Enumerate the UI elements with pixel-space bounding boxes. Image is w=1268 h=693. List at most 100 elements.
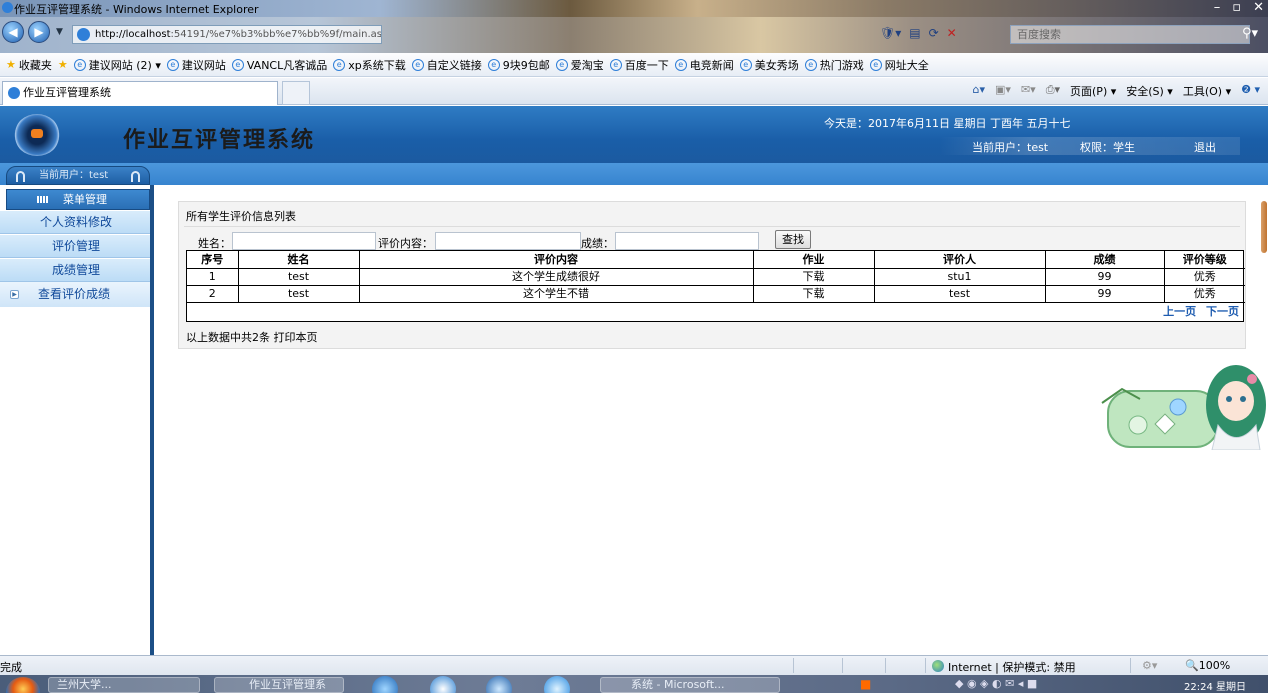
taskbar-button[interactable]: 兰州大学... (48, 677, 200, 693)
content-input[interactable] (435, 232, 581, 250)
ie-page-icon: e (555, 58, 568, 71)
scrollbar-thumb[interactable] (1261, 201, 1267, 253)
address-bar[interactable]: http://localhost:54191/%e7%b3%bb%e7%bb%9… (72, 25, 382, 44)
help-menu[interactable]: ❷ ▾ (1241, 83, 1260, 99)
logout-link[interactable]: 退出 (1194, 139, 1216, 155)
download-link[interactable]: 下载 (752, 284, 875, 303)
user-bar: 当前用户：test 权限：学生 退出 (940, 137, 1240, 155)
refresh-icon[interactable]: ⟳ (929, 26, 939, 40)
column-header[interactable]: 评价内容 (358, 251, 754, 269)
column-header[interactable]: 序号 (187, 251, 239, 269)
score-input[interactable] (615, 232, 759, 250)
column-header[interactable]: 姓名 (237, 251, 360, 269)
sidebar-item-evaluation[interactable]: 评价管理 (0, 235, 152, 258)
hook-icon (131, 171, 140, 182)
tray-icon[interactable]: ■ (860, 677, 871, 691)
favorite-link[interactable]: e VANCL凡客诚品 (231, 57, 328, 73)
table-row[interactable]: 1 test 这个学生成绩很好 下载 stu1 99 优秀 (187, 267, 1245, 286)
cell-name: test (237, 267, 360, 286)
favorite-link[interactable]: e 电竞新闻 (674, 57, 734, 73)
tray-icons[interactable]: ◆ ◉ ◈ ◐ ✉ ◂ ■ (955, 677, 1037, 690)
add-favorite-icon[interactable]: ★ (58, 58, 68, 71)
address-tools: 🛡▾ ▤ ⟳ ✕ (880, 26, 957, 40)
column-header[interactable]: 评价等级 (1163, 251, 1245, 269)
minimize-button[interactable]: – (1214, 0, 1221, 15)
favorite-link[interactable]: e 美女秀场 (739, 57, 799, 73)
mascot-widget[interactable] (1100, 355, 1268, 450)
favorite-link[interactable]: e 热门游戏 (804, 57, 864, 73)
favorite-label: VANCL凡客诚品 (246, 58, 328, 72)
favorite-link[interactable]: e 建议网站 (2) ▾ (73, 57, 161, 73)
security-zone[interactable]: Internet | 保护模式: 禁用 (932, 659, 1076, 675)
new-tab-button[interactable] (282, 81, 310, 105)
browser-taskbar-icon[interactable] (486, 676, 512, 693)
column-header[interactable]: 评价人 (873, 251, 1046, 269)
search-placeholder: 百度搜索 (1017, 28, 1061, 41)
favorite-link[interactable]: e xp系统下载 (333, 57, 406, 73)
address-host: http://localhost (95, 29, 171, 40)
shield-icon[interactable]: 🛡▾ (880, 26, 901, 40)
favorites-button[interactable]: ★ 收藏夹 (6, 57, 52, 73)
date-text: 今天是：2017年6月11日 星期日 丁酉年 五月十七 (824, 117, 1071, 130)
sogou-taskbar-icon[interactable] (430, 676, 456, 693)
cell-name: test (237, 284, 360, 303)
app-header: 作业互评管理系统 今天是：2017年6月11日 星期日 丁酉年 五月十七 当前用… (0, 106, 1268, 163)
name-label: 姓名： (198, 237, 231, 250)
globe-icon (932, 660, 944, 672)
address-row: ◀ ▶ ▼ http://localhost:54191/%e7%b3%bb%e… (0, 17, 1268, 53)
current-user: 当前用户：test (972, 141, 1049, 154)
compat-view-icon[interactable]: ▤ (909, 26, 920, 40)
role-label: 权限：学生 (1080, 141, 1135, 154)
mail-icon[interactable]: ✉▾ (1021, 83, 1036, 99)
ie-page-icon: e (609, 58, 622, 71)
forward-button[interactable]: ▶ (28, 21, 50, 43)
safety-menu[interactable]: 安全(S) ▾ (1126, 83, 1173, 99)
sidebar-user-label: 当前用户：test (39, 170, 109, 181)
ie-taskbar-icon[interactable] (372, 676, 398, 693)
column-header[interactable]: 作业 (752, 251, 875, 269)
favorite-link[interactable]: e 自定义链接 (411, 57, 482, 73)
table-row[interactable]: 2 test 这个学生不错 下载 test 99 优秀 (187, 284, 1245, 303)
history-dropdown-icon[interactable]: ▼ (56, 27, 63, 37)
favorites-bar: ★ 收藏夹 ★ e 建议网站 (2) ▾ e 建议网站 e VANCL凡客诚品 e xp系… (0, 53, 1268, 77)
favorite-link[interactable]: e 建议网站 (166, 57, 226, 73)
name-input[interactable] (232, 232, 376, 250)
sidebar-item-scores[interactable]: 成绩管理 (0, 259, 152, 282)
feeds-icon[interactable]: ▣▾ (995, 83, 1011, 99)
download-link[interactable]: 下载 (752, 267, 875, 286)
print-icon[interactable]: ⎙▾ (1046, 83, 1060, 99)
search-icon[interactable]: ⚲▾ (1242, 26, 1258, 41)
home-icon[interactable]: ⌂▾ (973, 83, 986, 99)
app-subbar: 当前用户：test (0, 163, 1268, 185)
taskbar-button-ms[interactable]: 系统 - Microsoft... (600, 677, 780, 693)
taskbar-button-app[interactable]: 作业互评管理系 (214, 677, 344, 693)
protected-mode-icon[interactable]: ⚙▾ (1142, 659, 1157, 672)
back-button[interactable]: ◀ (2, 21, 24, 43)
favorite-link[interactable]: e 百度一下 (609, 57, 669, 73)
status-divider (842, 658, 843, 673)
tab-app[interactable]: 作业互评管理系统 (2, 81, 278, 105)
next-page-link[interactable]: 下一页 (1206, 305, 1239, 318)
app-taskbar-icon[interactable] (544, 676, 570, 693)
tools-menu[interactable]: 工具(O) ▾ (1183, 83, 1231, 99)
favorite-label: 建议网站 (2) ▾ (88, 58, 161, 72)
favorite-link[interactable]: e 爱淘宝 (555, 57, 604, 73)
taskbar-label: 作业互评管理系 (249, 678, 326, 691)
favorite-link[interactable]: e 网址大全 (869, 57, 929, 73)
column-header[interactable]: 成绩 (1044, 251, 1165, 269)
close-button[interactable]: ✕ (1253, 0, 1264, 15)
sidebar-item-profile[interactable]: 个人资料修改 (0, 211, 152, 234)
page-menu[interactable]: 页面(P) ▾ (1070, 83, 1116, 99)
sidebar-item-view-scores[interactable]: ▶ 查看评价成绩 (0, 282, 152, 307)
stop-icon[interactable]: ✕ (947, 26, 957, 40)
taskbar: 兰州大学... 作业互评管理系 系统 - Microsoft... ■ ◆ ◉ … (0, 675, 1268, 693)
status-text: 完成 (0, 661, 22, 674)
restore-button[interactable]: ▫ (1232, 0, 1241, 15)
prev-page-link[interactable]: 上一页 (1163, 305, 1196, 318)
start-button[interactable] (6, 677, 40, 693)
search-button[interactable]: 查找 (775, 230, 811, 249)
favorite-link[interactable]: e 9块9包邮 (487, 57, 550, 73)
search-input[interactable]: 百度搜索 (1010, 25, 1250, 44)
zoom-level[interactable]: 🔍100% (1185, 659, 1230, 672)
menu-header[interactable]: 菜单管理 (6, 189, 150, 210)
